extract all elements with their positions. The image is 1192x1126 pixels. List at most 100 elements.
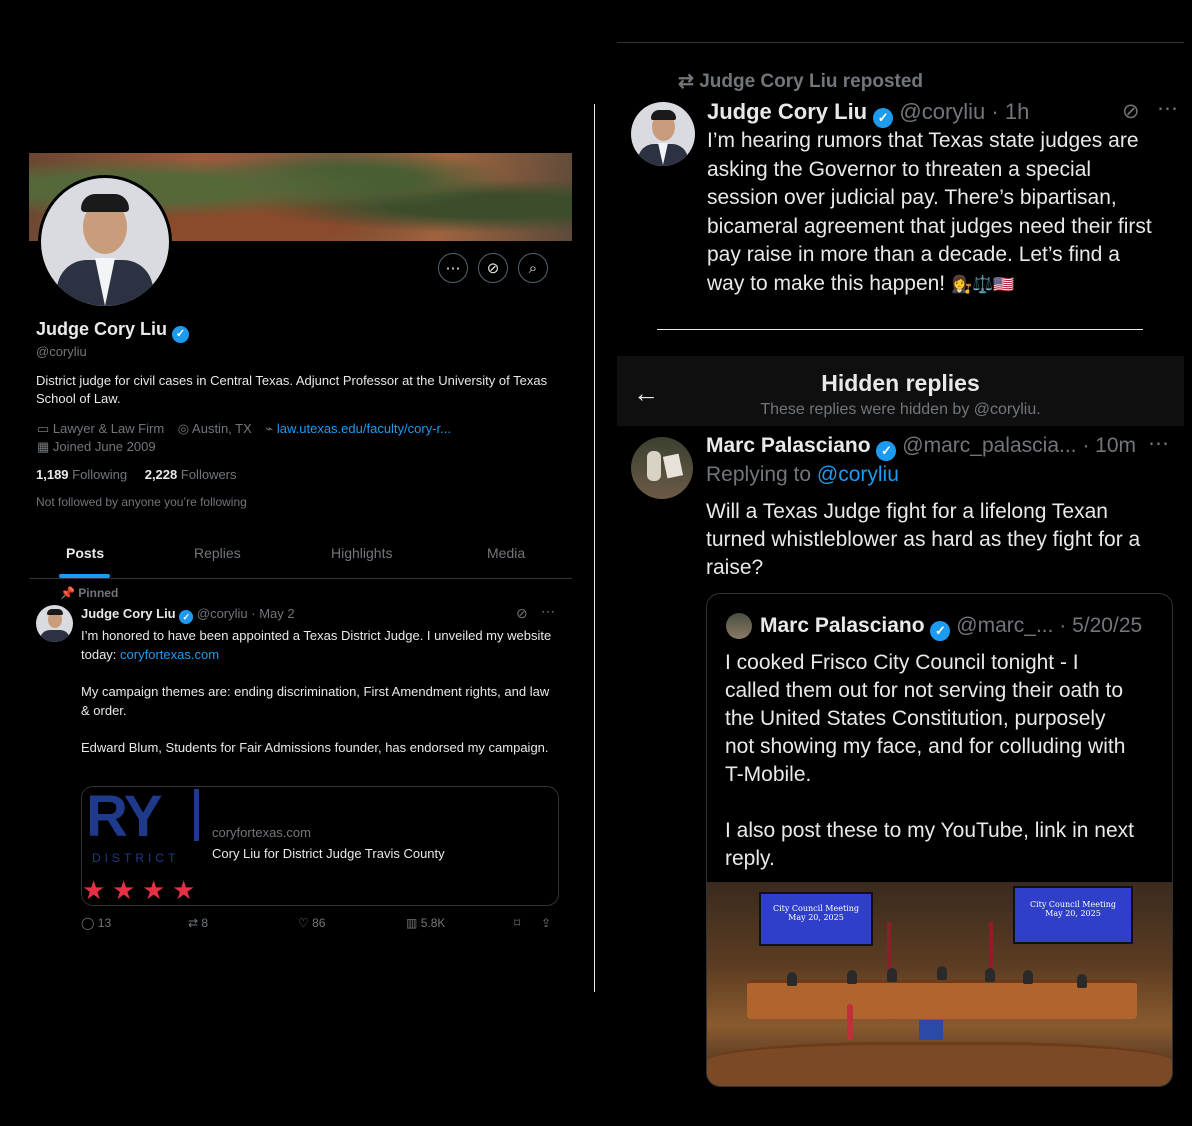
card-title: Cory Liu for District Judge Travis Count…	[212, 846, 445, 861]
profile-website-link[interactable]: law.utexas.edu/faculty/cory-r...	[277, 421, 451, 436]
post-avatar[interactable]	[36, 605, 73, 642]
speaker-figure	[847, 1004, 853, 1040]
post-link[interactable]: coryfortexas.com	[120, 647, 219, 662]
front-desks	[707, 1042, 1172, 1086]
pinned-label-row: 📌 Pinned	[60, 586, 118, 600]
top-divider	[617, 42, 1184, 43]
repost-avatar[interactable]	[631, 102, 695, 166]
more-options-icon[interactable]: ⋯	[1148, 431, 1169, 456]
post-text-3: Edward Blum, Students for Fair Admission…	[81, 740, 549, 755]
reply-author[interactable]: Marc Palasciano	[706, 434, 871, 457]
profile-category: Lawyer & Law Firm	[52, 421, 165, 436]
profile-name-row: Judge Cory Liu ✓	[36, 319, 190, 343]
reply-handle-time: @marc_palascia... · 10m	[902, 434, 1137, 457]
repost-body: I’m hearing rumors that Texas state judg…	[707, 129, 1152, 295]
repost-handle-time: @coryliu · 1h	[899, 99, 1030, 124]
link-preview-card[interactable]: RY DISTRICT ★ ★ ★ ★ coryfortexas.com Cor…	[81, 786, 559, 906]
meeting-screen-left: City Council Meeting May 20, 2025	[759, 892, 873, 946]
card-thumb-text: RY	[86, 786, 162, 849]
followers-link[interactable]: 2,228 Followers	[145, 467, 237, 482]
verified-badge-icon: ✓	[930, 621, 951, 641]
star-icon: ★	[82, 875, 106, 905]
active-tab-indicator	[59, 574, 110, 578]
panel-divider	[594, 104, 595, 992]
profile-name: Judge Cory Liu	[36, 319, 168, 339]
profile-avatar[interactable]	[38, 175, 172, 309]
post-author[interactable]: Judge Cory Liu	[81, 606, 176, 621]
briefcase-icon: ▭	[37, 421, 50, 436]
views-action[interactable]: ▥ 5.8K	[406, 916, 445, 930]
post-handle-date: @coryliu · May 2	[196, 606, 295, 621]
podium	[919, 1020, 943, 1040]
search-icon: ⌕	[528, 260, 538, 277]
quote-body: I cooked Frisco City Council tonight - I…	[725, 651, 1134, 870]
grok-button[interactable]: ⊘	[478, 253, 508, 283]
repost-label-row: ⇄ Judge Cory Liu reposted	[678, 70, 923, 93]
section-divider	[657, 329, 1143, 330]
post-body: I’m honored to have been appointed a Tex…	[81, 626, 561, 757]
quote-header: Marc Palasciano ✓ @marc_... · 5/20/25	[760, 614, 1142, 641]
reply-header: Marc Palasciano ✓ @marc_palascia... · 10…	[706, 434, 1136, 461]
replying-to: Replying to @coryliu	[706, 463, 899, 486]
profile-meta-row: ▭ Lawyer & Law Firm ◎ Austin, TX ⌁ law.u…	[37, 421, 451, 437]
pinned-label: Pinned	[78, 586, 119, 600]
post-text-2: My campaign themes are: ending discrimin…	[81, 684, 550, 718]
star-icon: ★	[112, 875, 136, 905]
star-icon: ★	[172, 875, 196, 905]
post-header: Judge Cory Liu ✓ @coryliu · May 2	[81, 606, 295, 624]
repost-label: Judge Cory Liu reposted	[699, 71, 924, 92]
verified-badge-icon: ✓	[172, 326, 190, 343]
replying-to-handle[interactable]: @coryliu	[817, 463, 899, 486]
repost-header: Judge Cory Liu ✓ @coryliu · 1h	[707, 99, 1029, 128]
verified-badge-icon: ✓	[179, 610, 194, 624]
pin-icon: 📌	[60, 586, 75, 600]
quote-handle-time: @marc_... · 5/20/25	[956, 614, 1143, 637]
share-action[interactable]: ⇪	[541, 916, 551, 930]
post-more-icon[interactable]: ⋯	[541, 603, 555, 620]
reply-avatar[interactable]	[631, 437, 693, 499]
hidden-replies-title: Hidden replies	[821, 370, 980, 396]
bookmark-icon: ⌑	[514, 916, 521, 930]
council-meeting-image[interactable]: City Council Meeting May 20, 2025 City C…	[707, 882, 1172, 1086]
tab-highlights[interactable]: Highlights	[331, 545, 392, 561]
meeting-screen-right: City Council Meeting May 20, 2025	[1013, 886, 1133, 944]
grok-icon[interactable]: ⊘	[1122, 99, 1140, 124]
card-thumb-bar	[194, 789, 199, 841]
bar-chart-icon: ▥	[406, 916, 418, 930]
profile-joined-row: ▦ Joined June 2009	[37, 439, 156, 455]
more-options-icon[interactable]: ⋯	[1157, 96, 1178, 121]
repost-icon: ⇄	[188, 916, 199, 930]
emoji-judge-scales-flag: 👩‍⚖️⚖️🇺🇸	[950, 274, 1015, 294]
heart-icon: ♡	[298, 916, 309, 930]
follow-stats: 1,189 Following 2,228 Followers	[36, 467, 237, 482]
quote-author: Marc Palasciano	[760, 614, 925, 637]
flag-icon	[989, 922, 993, 972]
profile-bio: District judge for civil cases in Centra…	[36, 373, 548, 406]
profile-tabs: Posts Replies Highlights Media	[29, 540, 572, 579]
ellipsis-icon: ⋯	[445, 260, 461, 277]
card-domain: coryfortexas.com	[212, 825, 311, 840]
bookmark-action[interactable]: ⌑	[514, 916, 520, 930]
calendar-icon: ▦	[37, 439, 50, 454]
quote-avatar	[726, 613, 752, 639]
card-thumb-sub: DISTRICT	[92, 851, 180, 865]
flag-icon	[887, 922, 891, 972]
tab-posts[interactable]: Posts	[66, 545, 104, 561]
profile-joined: Joined June 2009	[52, 439, 156, 454]
quoted-post[interactable]: Marc Palasciano ✓ @marc_... · 5/20/25 I …	[706, 593, 1173, 1087]
post-grok-icon[interactable]: ⊘	[516, 605, 528, 622]
reply-body: Will a Texas Judge fight for a lifelong …	[706, 500, 1141, 579]
repost-action[interactable]: ⇄ 8	[188, 916, 208, 930]
repost-author[interactable]: Judge Cory Liu	[707, 99, 867, 124]
following-link[interactable]: 1,189 Following	[36, 467, 127, 482]
profile-handle: @coryliu	[36, 344, 87, 359]
more-options-button[interactable]: ⋯	[438, 253, 468, 283]
share-icon: ⇪	[541, 916, 552, 930]
repost-icon: ⇄	[678, 71, 694, 92]
tab-replies[interactable]: Replies	[194, 545, 241, 561]
card-thumbnail: RY DISTRICT ★ ★ ★ ★	[82, 787, 201, 905]
tab-media[interactable]: Media	[487, 545, 525, 561]
search-profile-button[interactable]: ⌕	[518, 253, 548, 283]
reply-action[interactable]: ◯ 13	[81, 916, 111, 930]
like-action[interactable]: ♡ 86	[298, 916, 325, 930]
